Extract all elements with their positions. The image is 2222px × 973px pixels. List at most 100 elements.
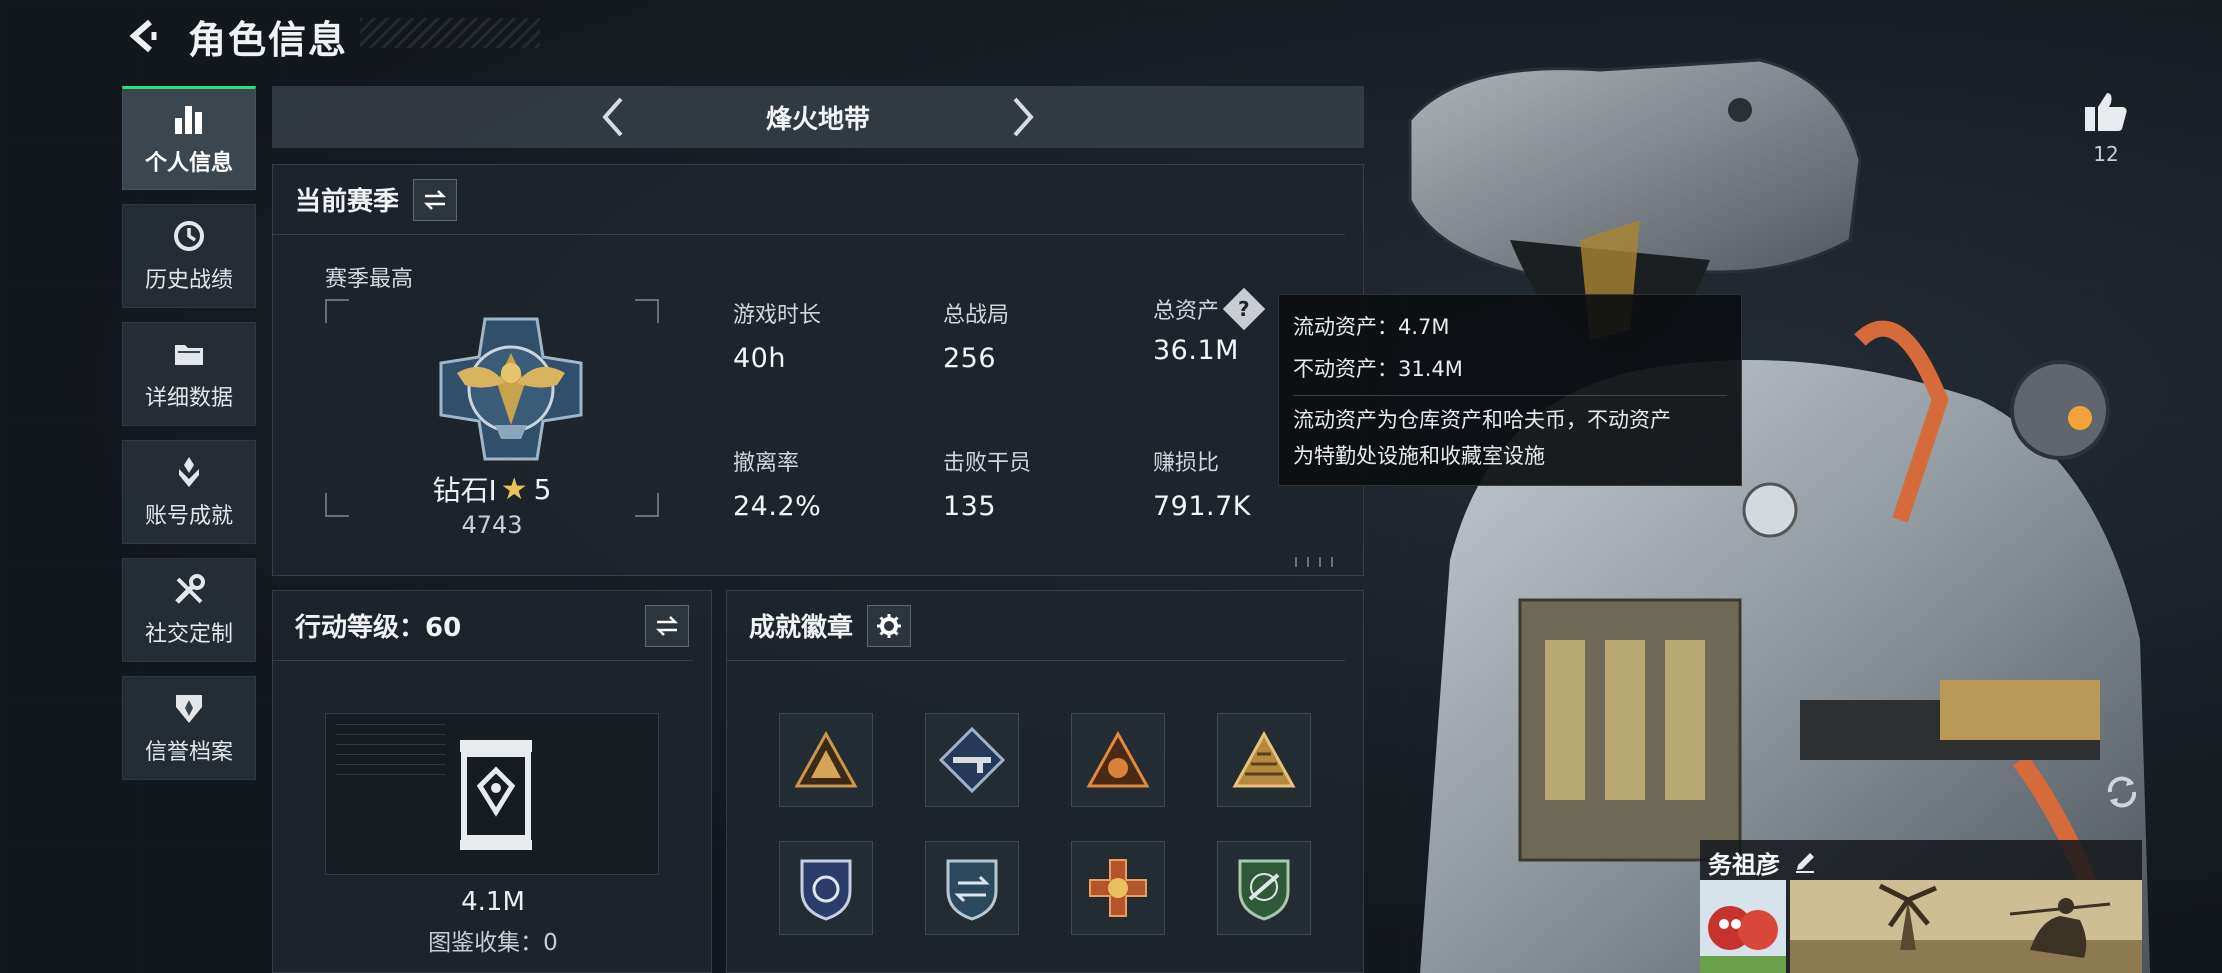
nav-item-history[interactable]: 历史战绩 bbox=[122, 204, 256, 308]
mode-selector: 烽火地带 bbox=[272, 86, 1364, 148]
stat-label-row: 总资产 ? bbox=[1153, 287, 1266, 331]
badges-panel: 成就徽章 bbox=[726, 590, 1364, 973]
stat-value: 256 bbox=[943, 343, 997, 374]
player-avatar[interactable] bbox=[1700, 880, 1786, 973]
badge-slot-4[interactable] bbox=[1217, 713, 1311, 807]
rotate-model-button[interactable] bbox=[2100, 770, 2144, 814]
blue-shield-badge-icon bbox=[800, 859, 852, 921]
nav-item-account-achievements[interactable]: 账号成就 bbox=[122, 440, 256, 544]
title-decoration bbox=[360, 18, 540, 48]
stat-label: 游戏时长 bbox=[733, 303, 822, 328]
badge-slot-2[interactable] bbox=[925, 713, 1019, 807]
level-switch-button[interactable] bbox=[645, 604, 689, 647]
collection-case-icon bbox=[460, 740, 532, 850]
assets-tooltip: 流动资产：4.7M 不动资产：31.4M 流动资产为仓库资产和哈夫币，不动资产 … bbox=[1278, 294, 1742, 486]
rank-stars: 5 bbox=[533, 472, 552, 506]
collection-value: 4.1M bbox=[461, 887, 525, 917]
badge-slot-7[interactable] bbox=[1071, 841, 1165, 935]
back-button[interactable] bbox=[120, 12, 168, 60]
season-panel: 当前赛季 赛季最高 钻石I ★ 5 4743 游戏时长 40h 总战局 256 … bbox=[272, 164, 1364, 576]
tooltip-liquid-assets: 流动资产：4.7M bbox=[1293, 315, 1450, 340]
like-button[interactable] bbox=[2076, 84, 2136, 138]
nav-item-personal-info[interactable]: 个人信息 bbox=[122, 86, 256, 190]
swap-icon bbox=[655, 615, 679, 636]
season-switch-button[interactable] bbox=[413, 178, 458, 221]
badges-settings-button[interactable] bbox=[867, 604, 912, 647]
badge-slot-1[interactable] bbox=[779, 713, 873, 807]
tooltip-divider bbox=[1293, 395, 1727, 396]
bar-chart-icon bbox=[171, 101, 207, 137]
nav-label: 历史战绩 bbox=[144, 268, 233, 293]
achievement-icon bbox=[171, 454, 207, 490]
page-header: 角色信息 bbox=[120, 12, 348, 62]
player-card: 务祖彦 bbox=[1700, 840, 2142, 973]
chevron-left-icon bbox=[602, 97, 623, 137]
edit-name-button[interactable] bbox=[1790, 847, 1820, 877]
mode-prev-button[interactable] bbox=[588, 92, 638, 142]
frame-corner bbox=[635, 299, 659, 323]
nav-item-detailed-data[interactable]: 详细数据 bbox=[122, 322, 256, 426]
badges-title: 成就徽章 bbox=[749, 613, 854, 643]
player-banner-image[interactable] bbox=[1790, 880, 2142, 973]
mode-next-button[interactable] bbox=[998, 92, 1048, 142]
badges-panel-header: 成就徽章 bbox=[727, 591, 1345, 661]
badge-slot-5[interactable] bbox=[779, 841, 873, 935]
stat-value: 40h bbox=[733, 343, 786, 374]
green-rifle-shield-badge-icon bbox=[1238, 859, 1290, 921]
tooltip-description-line1: 流动资产为仓库资产和哈夫币，不动资产 bbox=[1293, 408, 1671, 432]
rank-score: 4743 bbox=[461, 511, 523, 539]
collection-showcase[interactable] bbox=[325, 713, 659, 875]
diamond-rank-emblem-icon bbox=[439, 317, 583, 461]
tooltip-fixed-assets: 不动资产：31.4M bbox=[1293, 357, 1463, 382]
collection-label: 图鉴收集：0 bbox=[428, 930, 558, 956]
rank-name-row: 钻石I ★ 5 bbox=[325, 469, 659, 509]
season-title: 当前赛季 bbox=[295, 187, 400, 217]
rank-frame: 钻石I ★ 5 4743 bbox=[325, 299, 659, 539]
stat-profit-loss-ratio: 赚损比 791.7K bbox=[1153, 445, 1251, 522]
back-arrow-icon bbox=[129, 19, 157, 53]
stat-label: 总资产 bbox=[1153, 299, 1220, 324]
player-name-row: 务祖彦 bbox=[1708, 844, 1820, 880]
season-best-label: 赛季最高 bbox=[325, 267, 414, 292]
page-title: 角色信息 bbox=[188, 17, 349, 62]
help-icon[interactable]: ? bbox=[1222, 287, 1266, 331]
level-panel: 行动等级：60 4.1M 图鉴收集：0 bbox=[272, 590, 712, 973]
nav-label: 账号成就 bbox=[144, 504, 233, 529]
nav-label: 信誉档案 bbox=[144, 740, 233, 765]
stat-value: 135 bbox=[943, 491, 997, 522]
stat-value: 36.1M bbox=[1153, 335, 1239, 366]
swap-icon bbox=[423, 189, 447, 210]
stat-label: 撤离率 bbox=[733, 451, 800, 476]
folder-icon bbox=[171, 336, 207, 372]
stat-play-time: 游戏时长 40h bbox=[733, 297, 821, 374]
gold-triangle-badge-icon bbox=[794, 730, 858, 788]
mode-name: 烽火地带 bbox=[765, 104, 870, 135]
rotate-icon bbox=[2107, 776, 2137, 808]
nav-item-social-custom[interactable]: 社交定制 bbox=[122, 558, 256, 662]
tools-icon bbox=[171, 572, 207, 608]
frame-corner bbox=[325, 299, 349, 323]
season-panel-header: 当前赛季 bbox=[273, 165, 1345, 235]
stat-label: 赚损比 bbox=[1153, 451, 1220, 476]
badge-slot-8[interactable] bbox=[1217, 841, 1311, 935]
thumbs-up-icon bbox=[2085, 93, 2127, 131]
stat-total-assets: 总资产 ? 36.1M bbox=[1153, 287, 1266, 366]
badge-slot-6[interactable] bbox=[925, 841, 1019, 935]
orange-triangle-badge-icon bbox=[1086, 730, 1150, 788]
nav-label: 个人信息 bbox=[144, 151, 233, 176]
nav-item-reputation[interactable]: 信誉档案 bbox=[122, 676, 256, 780]
tooltip-description-line2: 为特勤处设施和收藏室设施 bbox=[1293, 444, 1545, 468]
stat-label: 击败干员 bbox=[943, 451, 1032, 476]
chevron-right-icon bbox=[1013, 97, 1034, 137]
badge-slot-3[interactable] bbox=[1071, 713, 1165, 807]
stat-total-matches: 总战局 256 bbox=[943, 297, 1009, 374]
like-count: 12 bbox=[2093, 142, 2119, 166]
level-title: 行动等级：60 bbox=[295, 613, 462, 643]
operator-character-model[interactable] bbox=[1380, 40, 2160, 973]
history-clock-icon bbox=[171, 218, 207, 254]
blueprint-lines bbox=[336, 724, 446, 784]
level-panel-header: 行动等级：60 bbox=[273, 591, 693, 661]
gold-pyramid-badge-icon bbox=[1232, 730, 1296, 788]
stat-label: 总战局 bbox=[943, 303, 1010, 328]
pencil-icon bbox=[1796, 853, 1814, 873]
